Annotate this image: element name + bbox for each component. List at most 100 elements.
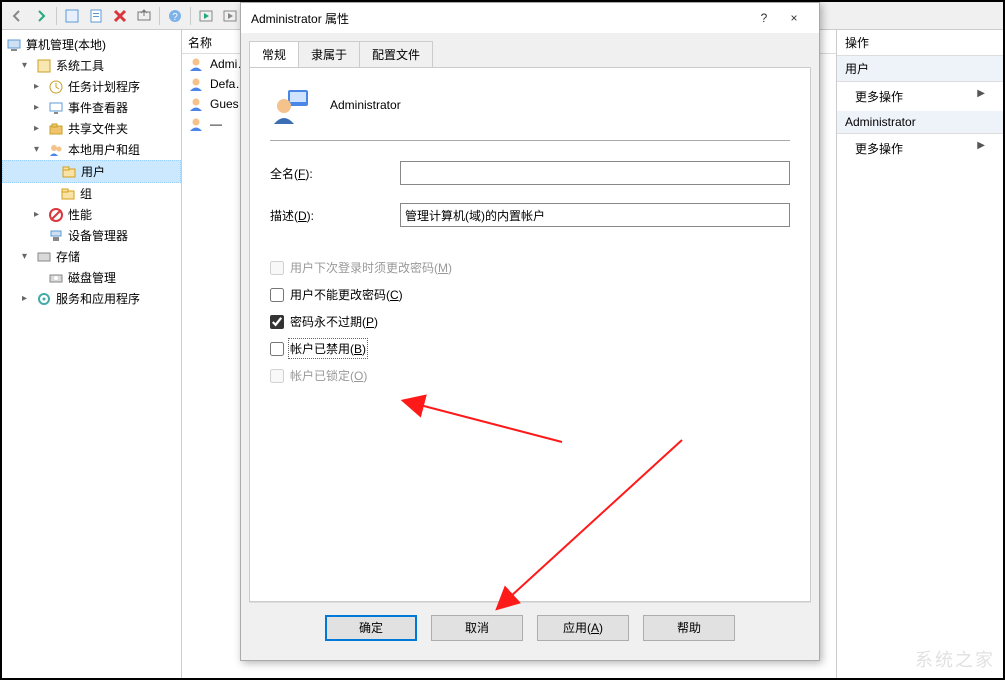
tools-icon xyxy=(36,58,52,74)
checkbox-row-mustchange: 用户下次登录时须更改密码(M) xyxy=(270,259,790,276)
checkbox-disabled[interactable] xyxy=(270,342,284,356)
tree-twisty-icon[interactable]: ▸ xyxy=(22,293,32,304)
disk-icon xyxy=(48,270,64,286)
ok-button[interactable]: 确定 xyxy=(325,615,417,641)
tb-properties-icon[interactable] xyxy=(61,5,83,27)
checkbox-row-cannotchange[interactable]: 用户不能更改密码(C) xyxy=(270,286,790,303)
dialog-body: 常规隶属于配置文件 Administrator 全名(F): xyxy=(241,33,819,660)
user-list-name: — xyxy=(210,117,222,131)
toolbar-separator xyxy=(56,7,57,25)
tree-item-8[interactable]: 设备管理器 xyxy=(2,225,181,246)
checkbox-row-disabled[interactable]: 帐户已禁用(B) xyxy=(270,340,790,357)
tab-2[interactable]: 配置文件 xyxy=(359,41,433,67)
tb-forward-icon[interactable] xyxy=(30,5,52,27)
actions-panel: 操作 用户更多操作▶Administrator更多操作▶ xyxy=(837,30,1003,678)
tree-item-3[interactable]: ▸ 共享文件夹 xyxy=(2,118,181,139)
dialog-close-button[interactable]: × xyxy=(779,6,809,30)
fullname-input[interactable] xyxy=(400,161,790,185)
actions-header: 操作 xyxy=(837,30,1003,56)
user-icon xyxy=(188,56,204,72)
tree-twisty-icon[interactable]: ▾ xyxy=(34,144,44,155)
dialog-tabs: 常规隶属于配置文件 xyxy=(249,41,811,67)
tree-item-label: 用户 xyxy=(81,163,105,180)
tb-back-icon[interactable] xyxy=(6,5,28,27)
tree-item-1[interactable]: ▸ 任务计划程序 xyxy=(2,76,181,97)
checkbox-label-disabled: 帐户已禁用(B) xyxy=(290,340,366,357)
tree-item-5[interactable]: 用户 xyxy=(2,160,181,183)
tree-item-11[interactable]: ▸服务和应用程序 xyxy=(2,288,181,309)
user-avatar-icon xyxy=(270,84,312,126)
tree-item-label: 磁盘管理 xyxy=(68,269,116,286)
chevron-right-icon: ▶ xyxy=(977,140,985,151)
dialog-title: Administrator 属性 xyxy=(251,10,349,27)
computer-icon xyxy=(6,37,22,53)
description-row: 描述(D): xyxy=(270,203,790,227)
tab-1[interactable]: 隶属于 xyxy=(298,41,360,67)
tree-twisty-icon[interactable]: ▸ xyxy=(34,81,44,92)
tab-content-general: Administrator 全名(F): 描述(D): 用户下次登录时须更改密码… xyxy=(249,67,811,602)
checkbox-cannotchange[interactable] xyxy=(270,288,284,302)
properties-dialog: Administrator 属性 ? × 常规隶属于配置文件 Administr… xyxy=(240,2,820,661)
device-icon xyxy=(48,228,64,244)
dialog-help-button[interactable]: ? xyxy=(749,6,779,30)
share-icon xyxy=(48,121,64,137)
tree-panel: 算机管理(本地) ▾ 系统工具 ▸ 任务计划程序 ▸ 事件查看器 ▸ 共享文件夹 ▾ 本地用户和组… xyxy=(2,30,182,678)
users-icon xyxy=(48,142,64,158)
tree-item-label: 设备管理器 xyxy=(68,227,128,244)
tree-item-label: 事件查看器 xyxy=(68,99,128,116)
actions-section-header: 用户 xyxy=(837,56,1003,82)
tree-item-0[interactable]: ▾ 系统工具 xyxy=(2,55,181,76)
checkbox-mustchange xyxy=(270,261,284,275)
tree-item-4[interactable]: ▾ 本地用户和组 xyxy=(2,139,181,160)
services-icon xyxy=(36,291,52,307)
tree-item-label: 本地用户和组 xyxy=(68,141,140,158)
chevron-right-icon: ▶ xyxy=(977,88,985,99)
tb-media1-icon[interactable] xyxy=(195,5,217,27)
tab-0[interactable]: 常规 xyxy=(249,41,299,67)
cancel-button[interactable]: 取消 xyxy=(431,615,523,641)
monitor-icon xyxy=(48,100,64,116)
tb-doc-icon[interactable] xyxy=(85,5,107,27)
tree-root[interactable]: 算机管理(本地) xyxy=(2,34,181,55)
tree-item-6[interactable]: 组 xyxy=(2,183,181,204)
tree-item-label: 存储 xyxy=(56,248,80,265)
action-item[interactable]: 更多操作▶ xyxy=(837,134,1003,163)
tb-export-icon[interactable] xyxy=(133,5,155,27)
user-icon xyxy=(188,96,204,112)
tree-item-label: 共享文件夹 xyxy=(68,120,128,137)
dialog-button-bar: 确定 取消 应用(A) 帮助 xyxy=(249,602,811,652)
checkbox-row-neverexp[interactable]: 密码永不过期(P) xyxy=(270,313,790,330)
tree-item-10[interactable]: 磁盘管理 xyxy=(2,267,181,288)
description-label: 描述(D): xyxy=(270,207,400,224)
separator xyxy=(270,140,790,141)
tree-item-9[interactable]: ▾ 存储 xyxy=(2,246,181,267)
actions-section-header: Administrator xyxy=(837,111,1003,134)
checkbox-label-cannotchange: 用户不能更改密码(C) xyxy=(290,286,403,303)
tree-item-7[interactable]: ▸性能 xyxy=(2,204,181,225)
tb-media2-icon[interactable] xyxy=(219,5,241,27)
action-item[interactable]: 更多操作▶ xyxy=(837,82,1003,111)
tree-twisty-icon[interactable]: ▸ xyxy=(34,123,44,134)
apply-button[interactable]: 应用(A) xyxy=(537,615,629,641)
tb-delete-icon[interactable] xyxy=(109,5,131,27)
checkbox-neverexp[interactable] xyxy=(270,315,284,329)
tree-twisty-icon[interactable]: ▾ xyxy=(22,60,32,71)
fullname-label: 全名(F): xyxy=(270,165,400,182)
tree-twisty-icon[interactable]: ▾ xyxy=(22,251,32,262)
checkbox-label-locked: 帐户已锁定(O) xyxy=(290,367,367,384)
clock-icon xyxy=(48,79,64,95)
tree-twisty-icon[interactable]: ▸ xyxy=(34,102,44,113)
help-button[interactable]: 帮助 xyxy=(643,615,735,641)
tree-item-2[interactable]: ▸ 事件查看器 xyxy=(2,97,181,118)
tree-twisty-icon[interactable]: ▸ xyxy=(34,209,44,220)
fullname-row: 全名(F): xyxy=(270,161,790,185)
dialog-titlebar[interactable]: Administrator 属性 ? × xyxy=(241,3,819,33)
checkbox-locked xyxy=(270,369,284,383)
folder-icon xyxy=(60,186,76,202)
tree-item-label: 系统工具 xyxy=(56,57,104,74)
tb-help-icon[interactable]: ? xyxy=(164,5,186,27)
toolbar-separator xyxy=(190,7,191,25)
tree-item-label: 任务计划程序 xyxy=(68,78,140,95)
description-input[interactable] xyxy=(400,203,790,227)
storage-icon xyxy=(36,249,52,265)
